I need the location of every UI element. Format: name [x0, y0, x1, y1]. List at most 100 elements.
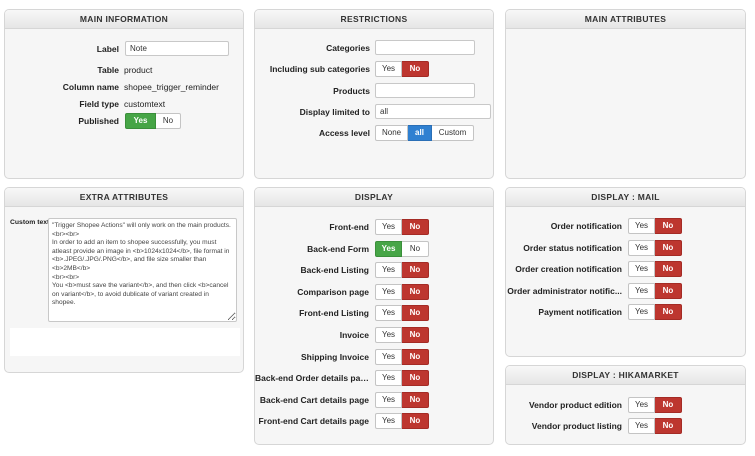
- categories-input[interactable]: [375, 40, 475, 55]
- comparison-page-toggle: Yes No: [375, 283, 429, 300]
- payment-notification-label: Payment notification: [538, 307, 622, 318]
- back-end-order-details-page-no-button[interactable]: No: [402, 370, 429, 387]
- custom-text-textarea[interactable]: [48, 218, 237, 322]
- main-information-panel: MAIN INFORMATION Label Note Table produc…: [4, 9, 244, 179]
- restrictions-panel: RESTRICTIONS Categories Including sub ca…: [254, 9, 494, 179]
- front-end-listing-yes-button[interactable]: Yes: [375, 305, 402, 322]
- shipping-invoice-yes-button[interactable]: Yes: [375, 348, 402, 365]
- order-status-notification-label: Order status notification: [523, 242, 622, 253]
- front-end-label: Front-end: [329, 222, 369, 232]
- back-end-listing-toggle: Yes No: [375, 262, 429, 279]
- front-end-cart-details-page-yes-button[interactable]: Yes: [375, 413, 402, 430]
- comparison-page-row: Comparison page Yes No: [255, 282, 493, 302]
- vendor-product-listing-yes-button[interactable]: Yes: [628, 418, 655, 434]
- label-input[interactable]: Note: [125, 41, 229, 56]
- back-end-cart-details-page-row: Back-end Cart details page Yes No: [255, 390, 493, 410]
- subcategories-no-button[interactable]: No: [402, 61, 429, 77]
- vendor-product-listing-no-button[interactable]: No: [655, 418, 682, 434]
- subcategories-row: Including sub categories Yes No: [255, 59, 493, 79]
- access-none-button[interactable]: None: [375, 125, 408, 141]
- back-end-cart-details-page-no-button[interactable]: No: [402, 391, 429, 408]
- order-creation-notification-no-button[interactable]: No: [655, 261, 682, 278]
- extra-attributes-panel: EXTRA ATTRIBUTES Custom text: [4, 187, 244, 373]
- main-attributes-title: MAIN ATTRIBUTES: [506, 10, 745, 29]
- vendor-product-edition-toggle: Yes No: [628, 397, 682, 413]
- extra-attributes-title: EXTRA ATTRIBUTES: [5, 188, 243, 207]
- order-creation-notification-toggle: Yes No: [628, 261, 682, 278]
- display-panel: DISPLAY Front-end Yes No Back-end Form Yes No…: [254, 187, 494, 445]
- back-end-listing-no-button[interactable]: No: [402, 262, 429, 279]
- order-administrator-notific-no-button[interactable]: No: [655, 282, 682, 299]
- invoice-no-button[interactable]: No: [402, 327, 429, 343]
- display-mail-panel: DISPLAY : MAIL Order notification Yes No Or…: [505, 187, 746, 357]
- back-end-order-details-page-toggle: Yes No: [375, 370, 429, 387]
- published-label: Published: [78, 116, 119, 126]
- invoice-yes-button[interactable]: Yes: [375, 327, 402, 343]
- access-level-label: Access level: [318, 128, 370, 138]
- published-row: Published Yes No: [5, 111, 243, 131]
- display-mail-title: DISPLAY : MAIL: [506, 188, 745, 207]
- order-status-notification-no-button[interactable]: No: [655, 239, 682, 256]
- label-row: Label Note: [5, 39, 243, 59]
- vendor-product-edition-yes-button[interactable]: Yes: [628, 397, 655, 413]
- back-end-listing-label: Back-end Listing: [300, 265, 369, 276]
- shipping-invoice-row: Shipping Invoice Yes No: [255, 347, 493, 367]
- access-level-group: None all Custom: [375, 125, 474, 141]
- payment-notification-no-button[interactable]: No: [655, 304, 682, 321]
- order-notification-yes-button[interactable]: Yes: [628, 218, 655, 234]
- comparison-page-no-button[interactable]: No: [402, 283, 429, 300]
- label-label: Label: [96, 44, 119, 54]
- display-limited-input[interactable]: all: [375, 104, 491, 119]
- front-end-listing-label: Front-end Listing: [299, 308, 369, 319]
- payment-notification-yes-button[interactable]: Yes: [628, 304, 655, 321]
- vendor-product-listing-row: Vendor product listing Yes No: [506, 416, 745, 436]
- front-end-cart-details-page-no-button[interactable]: No: [402, 413, 429, 430]
- order-creation-notification-label: Order creation notification: [515, 264, 622, 275]
- front-end-listing-row: Front-end Listing Yes No: [255, 303, 493, 323]
- shipping-invoice-label: Shipping Invoice: [300, 351, 369, 362]
- restrictions-title: RESTRICTIONS: [255, 10, 493, 29]
- published-no-button[interactable]: No: [156, 113, 181, 129]
- front-end-listing-toggle: Yes No: [375, 305, 429, 322]
- order-notification-no-button[interactable]: No: [655, 218, 682, 234]
- products-label: Products: [333, 86, 370, 96]
- products-row: Products: [255, 81, 493, 101]
- shipping-invoice-no-button[interactable]: No: [402, 348, 429, 365]
- comparison-page-yes-button[interactable]: Yes: [375, 283, 402, 300]
- front-end-row: Front-end Yes No: [255, 217, 493, 237]
- products-input[interactable]: [375, 83, 475, 98]
- vendor-product-edition-row: Vendor product edition Yes No: [506, 395, 745, 415]
- order-status-notification-row: Order status notification Yes No: [506, 238, 745, 258]
- published-yes-button[interactable]: Yes: [125, 113, 156, 129]
- order-status-notification-yes-button[interactable]: Yes: [628, 239, 655, 256]
- back-end-order-details-page-label: Back-end Order details page: [255, 373, 369, 384]
- back-end-cart-details-page-yes-button[interactable]: Yes: [375, 391, 402, 408]
- front-end-listing-no-button[interactable]: No: [402, 305, 429, 322]
- custom-text-label: Custom text: [10, 219, 50, 226]
- back-end-order-details-page-row: Back-end Order details page Yes No: [255, 368, 493, 388]
- subcategories-toggle: Yes No: [375, 61, 429, 77]
- back-end-form-no-button[interactable]: No: [402, 240, 429, 257]
- order-creation-notification-yes-button[interactable]: Yes: [628, 261, 655, 278]
- back-end-form-yes-button[interactable]: Yes: [375, 240, 402, 257]
- back-end-order-details-page-yes-button[interactable]: Yes: [375, 370, 402, 387]
- order-administrator-notific-yes-button[interactable]: Yes: [628, 282, 655, 299]
- access-custom-button[interactable]: Custom: [432, 125, 474, 141]
- back-end-listing-yes-button[interactable]: Yes: [375, 262, 402, 279]
- front-end-cart-details-page-toggle: Yes No: [375, 413, 429, 430]
- order-administrator-notific-toggle: Yes No: [628, 282, 682, 299]
- access-all-button[interactable]: all: [408, 125, 432, 141]
- front-end-no-button[interactable]: No: [402, 219, 429, 235]
- vendor-product-listing-label: Vendor product listing: [531, 421, 622, 431]
- display-limited-label: Display limited to: [299, 107, 370, 117]
- front-end-yes-button[interactable]: Yes: [375, 219, 402, 235]
- invoice-row: Invoice Yes No: [255, 325, 493, 345]
- order-notification-row: Order notification Yes No: [506, 216, 745, 236]
- subcategories-yes-button[interactable]: Yes: [375, 61, 402, 77]
- order-notification-label: Order notification: [550, 221, 622, 231]
- order-creation-notification-row: Order creation notification Yes No: [506, 259, 745, 279]
- vendor-product-edition-no-button[interactable]: No: [655, 397, 682, 413]
- invoice-toggle: Yes No: [375, 327, 429, 343]
- front-end-toggle: Yes No: [375, 219, 429, 235]
- payment-notification-row: Payment notification Yes No: [506, 302, 745, 322]
